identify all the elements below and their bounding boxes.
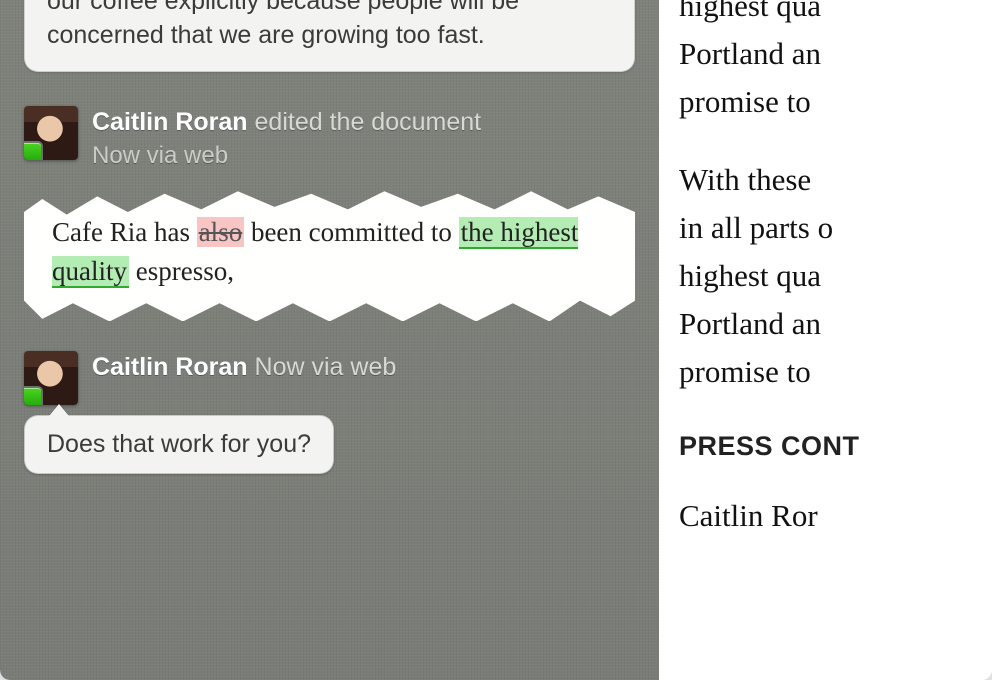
document-paragraph: highest qua Portland an promise to bbox=[679, 0, 992, 126]
doc-line: promise to bbox=[679, 354, 811, 389]
app-window: our coffee explicitly because people wil… bbox=[0, 0, 992, 680]
doc-line: Portland an bbox=[679, 36, 821, 71]
diff-suffix: espresso, bbox=[129, 256, 234, 286]
author-name: Caitlin Roran bbox=[92, 108, 248, 136]
doc-line: With these bbox=[679, 162, 811, 197]
presence-indicator-online bbox=[24, 388, 41, 405]
avatar[interactable] bbox=[24, 106, 78, 160]
activity-sidebar: our coffee explicitly because people wil… bbox=[0, 0, 659, 680]
edit-event-header: Caitlin Roran edited the document Now vi… bbox=[24, 106, 635, 172]
reply-event-header: Caitlin Roran Now via web bbox=[24, 351, 635, 405]
presence-indicator-online bbox=[24, 143, 41, 160]
diff-mid: been committed to bbox=[244, 217, 458, 247]
chat-message-text: our coffee explicitly because people wil… bbox=[47, 0, 519, 49]
event-meta-inline: Now via web bbox=[255, 353, 397, 381]
doc-line: promise to bbox=[679, 84, 811, 119]
diff-deleted-text: also bbox=[197, 217, 245, 247]
doc-line: Portland an bbox=[679, 306, 821, 341]
doc-line: in all parts o bbox=[679, 210, 833, 245]
doc-line: Caitlin Ror bbox=[679, 498, 818, 533]
document-heading: PRESS CONT bbox=[679, 426, 992, 468]
event-meta: Now via web bbox=[92, 140, 481, 171]
document-paragraph: With these in all parts o highest qua Po… bbox=[679, 156, 992, 396]
edit-action-text: edited the document bbox=[255, 108, 482, 136]
avatar[interactable] bbox=[24, 351, 78, 405]
doc-line: highest qua bbox=[679, 0, 821, 23]
doc-line: highest qua bbox=[679, 258, 821, 293]
diff-snippet-container: Cafe Ria has also been committed to the … bbox=[24, 191, 635, 321]
diff-snippet[interactable]: Cafe Ria has also been committed to the … bbox=[24, 191, 635, 321]
edit-event-text: Caitlin Roran edited the document Now vi… bbox=[92, 106, 481, 172]
author-name: Caitlin Roran bbox=[92, 353, 248, 381]
document-view[interactable]: highest qua Portland an promise to With … bbox=[659, 0, 992, 662]
chat-message-previous[interactable]: our coffee explicitly because people wil… bbox=[24, 0, 635, 72]
chat-message-reply[interactable]: Does that work for you? bbox=[24, 415, 334, 474]
document-paragraph: Caitlin Ror bbox=[679, 492, 992, 540]
diff-prefix: Cafe Ria has bbox=[52, 217, 197, 247]
chat-message-text: Does that work for you? bbox=[47, 430, 311, 458]
reply-event-text: Caitlin Roran Now via web bbox=[92, 351, 396, 384]
